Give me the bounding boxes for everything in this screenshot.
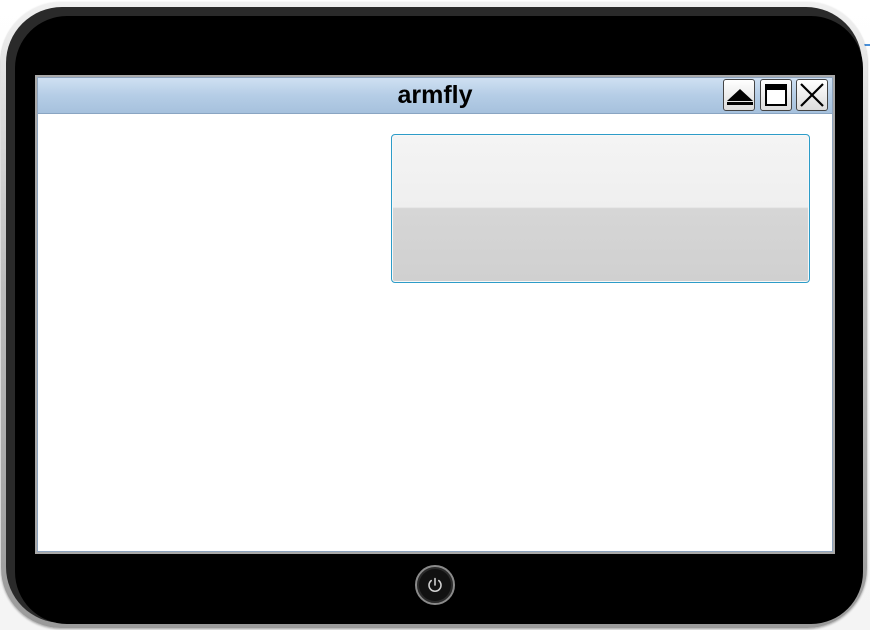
simulator-stage: armfly [0,0,870,630]
maximize-button[interactable] [760,79,792,111]
minimize-button[interactable] [723,79,755,111]
main-button[interactable] [391,134,810,283]
power-icon [428,577,442,592]
window-titlebar[interactable]: armfly [38,78,832,114]
close-icon [800,83,824,107]
power-button[interactable] [415,565,455,605]
app-window: armfly [37,77,833,552]
device-screen: armfly [35,75,835,554]
window-title: armfly [397,81,473,109]
window-maximize-icon [765,84,787,106]
close-button[interactable] [796,79,828,111]
